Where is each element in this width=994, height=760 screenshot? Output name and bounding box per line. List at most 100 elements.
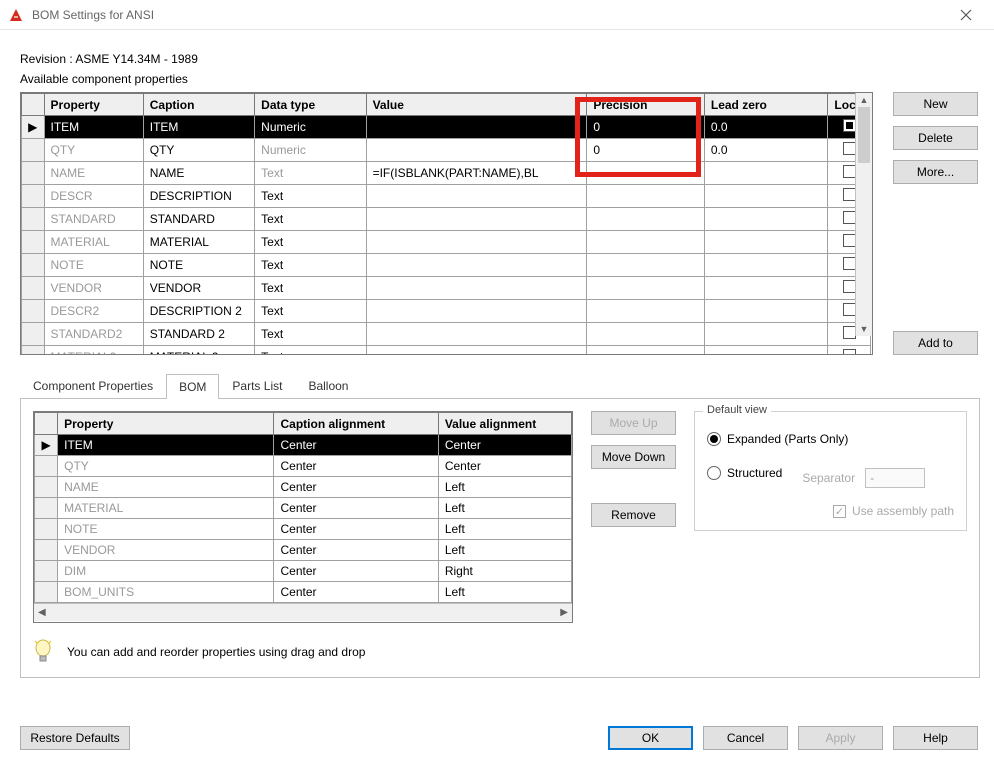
- horizontal-scrollbar[interactable]: ◀ ▶: [34, 603, 572, 621]
- cell-property[interactable]: NAME: [44, 162, 143, 185]
- table-row[interactable]: DESCRDESCRIPTIONText: [22, 185, 871, 208]
- cell-value[interactable]: =IF(ISBLANK(PART:NAME),BL: [366, 162, 587, 185]
- cell-caption[interactable]: STANDARD 2: [143, 323, 254, 346]
- separator-input[interactable]: [865, 468, 925, 488]
- cell-leadzero[interactable]: 0.0: [704, 139, 828, 162]
- table-row[interactable]: QTYQTYNumeric00.0: [22, 139, 871, 162]
- delete-button[interactable]: Delete: [893, 126, 978, 150]
- cell-property[interactable]: DESCR2: [44, 300, 143, 323]
- column-leadzero[interactable]: Lead zero: [704, 94, 828, 116]
- table-row[interactable]: STANDARD2STANDARD 2Text: [22, 323, 871, 346]
- cell-value[interactable]: [366, 346, 587, 356]
- cell-property[interactable]: ITEM: [58, 435, 274, 456]
- column-datatype[interactable]: Data type: [255, 94, 366, 116]
- table-row[interactable]: NOTENOTEText: [22, 254, 871, 277]
- cell-property[interactable]: MATERIAL: [44, 231, 143, 254]
- cell-precision[interactable]: [587, 254, 704, 277]
- table-row[interactable]: NAMECenterLeft: [35, 477, 572, 498]
- tab-balloon[interactable]: Balloon: [295, 373, 361, 398]
- cell-property[interactable]: STANDARD: [44, 208, 143, 231]
- cell-value[interactable]: [366, 300, 587, 323]
- column-precision[interactable]: Precision: [587, 94, 704, 116]
- scroll-thumb[interactable]: [858, 107, 870, 163]
- cell-datatype[interactable]: Text: [255, 277, 366, 300]
- cell-datatype[interactable]: Text: [255, 231, 366, 254]
- cell-leadzero[interactable]: [704, 300, 828, 323]
- cell-precision[interactable]: [587, 300, 704, 323]
- cell-datatype[interactable]: Text: [255, 346, 366, 356]
- cancel-button[interactable]: Cancel: [703, 726, 788, 750]
- cell-property[interactable]: BOM_UNITS: [58, 582, 274, 603]
- tab-bom[interactable]: BOM: [166, 374, 219, 399]
- vertical-scrollbar[interactable]: ▲ ▼: [855, 93, 872, 336]
- column-caption-alignment[interactable]: Caption alignment: [274, 413, 438, 435]
- cell-property[interactable]: QTY: [44, 139, 143, 162]
- table-row[interactable]: NOTECenterLeft: [35, 519, 572, 540]
- column-value[interactable]: Value: [366, 94, 587, 116]
- cell-precision[interactable]: [587, 277, 704, 300]
- column-property[interactable]: Property: [58, 413, 274, 435]
- move-down-button[interactable]: Move Down: [591, 445, 676, 469]
- cell-property[interactable]: VENDOR: [44, 277, 143, 300]
- column-property[interactable]: Property: [44, 94, 143, 116]
- cell-property[interactable]: DESCR: [44, 185, 143, 208]
- radio-expanded[interactable]: Expanded (Parts Only): [707, 432, 954, 446]
- cell-leadzero[interactable]: 0.0: [704, 116, 828, 139]
- new-button[interactable]: New: [893, 92, 978, 116]
- cell-caption[interactable]: NOTE: [143, 254, 254, 277]
- cell-value[interactable]: [366, 185, 587, 208]
- cell-leadzero[interactable]: [704, 277, 828, 300]
- cell-caption-alignment[interactable]: Center: [274, 435, 438, 456]
- close-button[interactable]: [946, 1, 986, 29]
- cell-datatype[interactable]: Text: [255, 185, 366, 208]
- cell-value[interactable]: [366, 277, 587, 300]
- cell-leadzero[interactable]: [704, 346, 828, 356]
- cell-caption-alignment[interactable]: Center: [274, 540, 438, 561]
- cell-value-alignment[interactable]: Right: [438, 561, 571, 582]
- apply-button[interactable]: Apply: [798, 726, 883, 750]
- cell-datatype[interactable]: Text: [255, 254, 366, 277]
- help-button[interactable]: Help: [893, 726, 978, 750]
- cell-property[interactable]: ITEM: [44, 116, 143, 139]
- bom-table[interactable]: Property Caption alignment Value alignme…: [34, 412, 572, 603]
- cell-value[interactable]: [366, 323, 587, 346]
- cell-property[interactable]: NAME: [58, 477, 274, 498]
- radio-structured[interactable]: Structured: [707, 466, 782, 480]
- cell-value-alignment[interactable]: Left: [438, 519, 571, 540]
- cell-caption[interactable]: MATERIAL 2: [143, 346, 254, 356]
- cell-caption[interactable]: VENDOR: [143, 277, 254, 300]
- cell-caption-alignment[interactable]: Center: [274, 582, 438, 603]
- cell-precision[interactable]: [587, 185, 704, 208]
- cell-leadzero[interactable]: [704, 208, 828, 231]
- table-row[interactable]: BOM_UNITSCenterLeft: [35, 582, 572, 603]
- cell-caption-alignment[interactable]: Center: [274, 456, 438, 477]
- table-row[interactable]: ▶ITEMCenterCenter: [35, 435, 572, 456]
- cell-caption[interactable]: STANDARD: [143, 208, 254, 231]
- cell-datatype[interactable]: Text: [255, 162, 366, 185]
- cell-caption[interactable]: QTY: [143, 139, 254, 162]
- cell-leadzero[interactable]: [704, 185, 828, 208]
- cell-property[interactable]: QTY: [58, 456, 274, 477]
- cell-property[interactable]: NOTE: [58, 519, 274, 540]
- cell-caption[interactable]: DESCRIPTION: [143, 185, 254, 208]
- cell-lock[interactable]: [828, 346, 871, 356]
- cell-value-alignment[interactable]: Center: [438, 456, 571, 477]
- cell-caption-alignment[interactable]: Center: [274, 498, 438, 519]
- restore-defaults-button[interactable]: Restore Defaults: [20, 726, 130, 750]
- cell-property[interactable]: DIM: [58, 561, 274, 582]
- move-up-button[interactable]: Move Up: [591, 411, 676, 435]
- cell-caption[interactable]: MATERIAL: [143, 231, 254, 254]
- cell-value-alignment[interactable]: Left: [438, 498, 571, 519]
- cell-value-alignment[interactable]: Left: [438, 477, 571, 498]
- add-to-button[interactable]: Add to: [893, 331, 978, 355]
- table-row[interactable]: DESCR2DESCRIPTION 2Text: [22, 300, 871, 323]
- cell-caption[interactable]: ITEM: [143, 116, 254, 139]
- ok-button[interactable]: OK: [608, 726, 693, 750]
- cell-value[interactable]: [366, 116, 587, 139]
- table-row[interactable]: NAMENAMEText=IF(ISBLANK(PART:NAME),BL: [22, 162, 871, 185]
- tab-component-properties[interactable]: Component Properties: [20, 373, 166, 398]
- cell-property[interactable]: NOTE: [44, 254, 143, 277]
- table-row[interactable]: ▶ITEMITEMNumeric00.0: [22, 116, 871, 139]
- table-row[interactable]: VENDORVENDORText: [22, 277, 871, 300]
- table-row[interactable]: QTYCenterCenter: [35, 456, 572, 477]
